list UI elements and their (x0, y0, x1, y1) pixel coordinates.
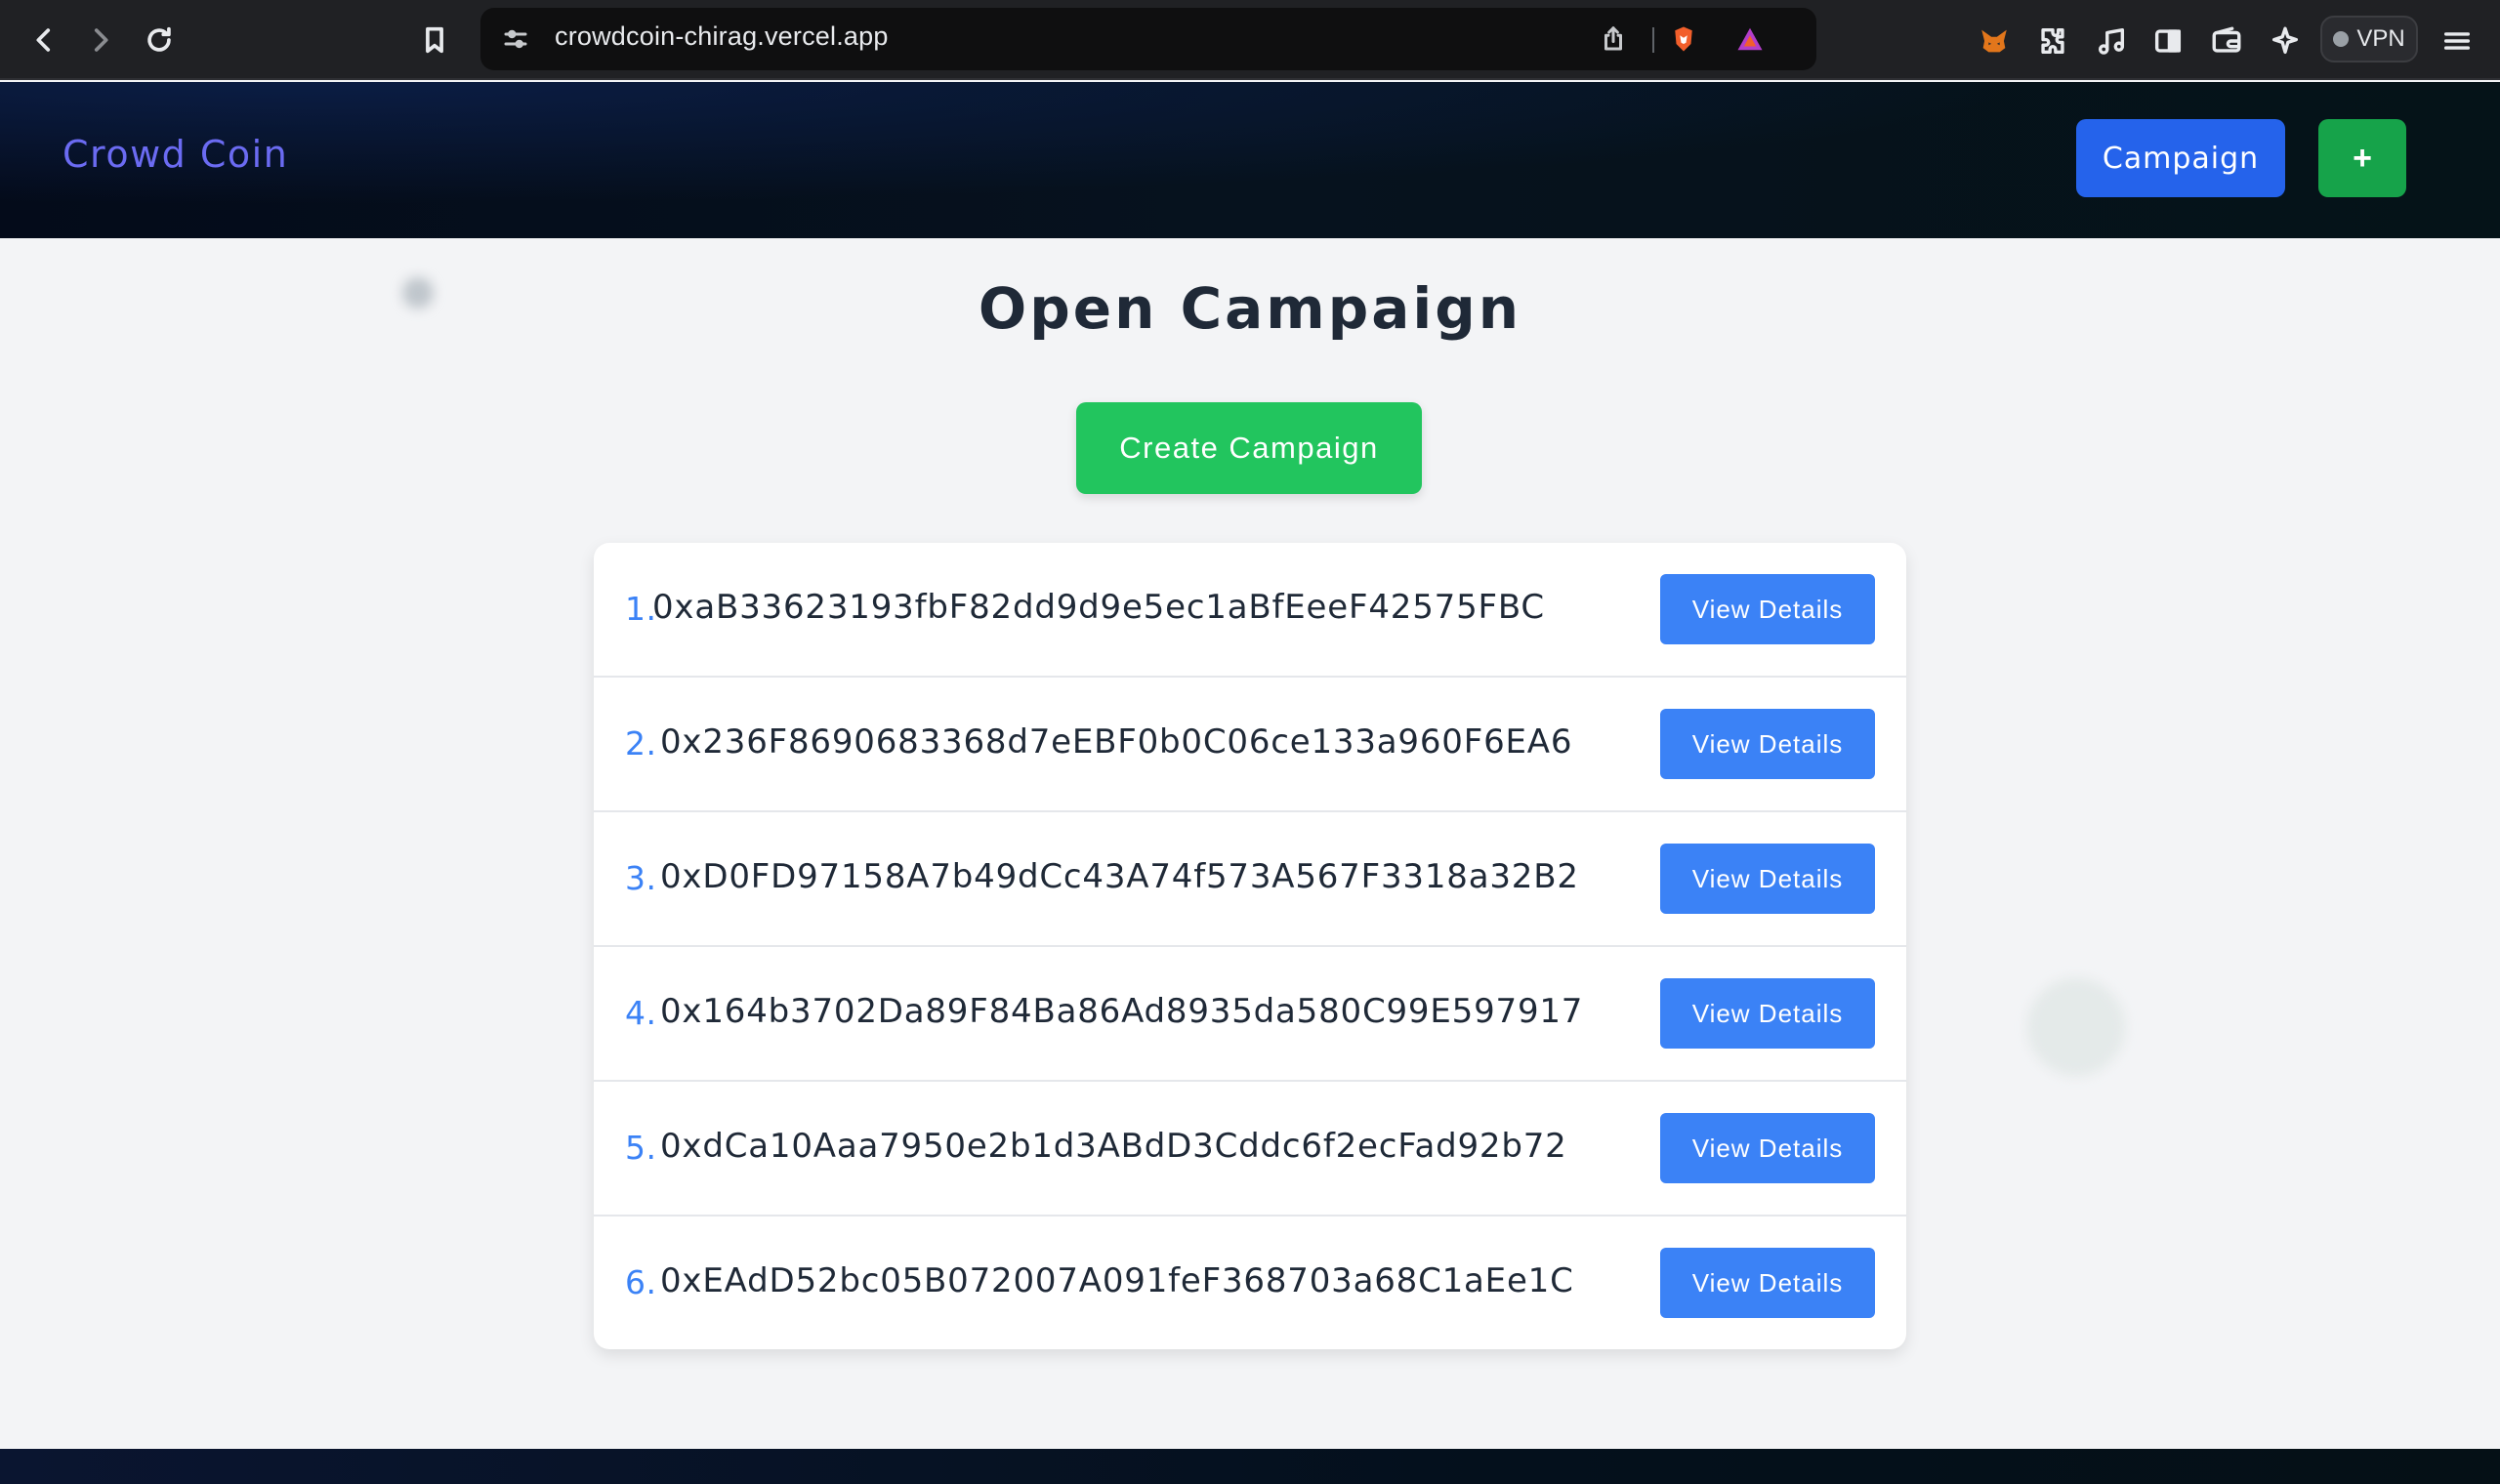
campaign-address: 0xEAdD52bc05B072007A091feF368703a68C1aEe… (660, 1261, 1574, 1300)
row-number: 5. (625, 1129, 657, 1167)
campaign-address: 0xdCa10Aaa7950e2b1d3ABdD3Cddc6f2ecFad92b… (660, 1127, 1567, 1166)
campaign-button[interactable]: Campaign (2076, 119, 2285, 197)
brand-logo[interactable]: Crowd Coin (62, 133, 288, 176)
add-campaign-button[interactable]: + (2318, 119, 2406, 197)
view-details-button[interactable]: View Details (1660, 574, 1875, 644)
decorative-blob (2027, 978, 2125, 1076)
campaign-row: 4. 0x164b3702Da89F84Ba86Ad8935da580C99E5… (594, 947, 1906, 1082)
vpn-button[interactable]: VPN (2320, 16, 2418, 62)
campaign-row: 5. 0xdCa10Aaa7950e2b1d3ABdD3Cddc6f2ecFad… (594, 1082, 1906, 1216)
page-title: Open Campaign (978, 275, 1522, 342)
vpn-label: VPN (2356, 25, 2405, 52)
row-number: 2. (625, 724, 657, 763)
back-icon[interactable] (21, 18, 66, 62)
leo-ai-icon[interactable] (2264, 20, 2307, 62)
extensions-icon[interactable] (2031, 20, 2074, 62)
footer (0, 1449, 2500, 1484)
url-separator (1652, 27, 1654, 53)
campaign-address: 0xD0FD97158A7b49dCc43A74f573A567F3318a32… (660, 857, 1579, 896)
metamask-icon[interactable] (1973, 20, 2016, 62)
row-number: 4. (625, 994, 657, 1032)
browser-toolbar: crowdcoin-chirag.vercel.app VPN (0, 0, 2500, 80)
campaign-row: 2. 0x236F8690683368d7eEBF0b0C06ce133a960… (594, 678, 1906, 812)
view-details-button[interactable]: View Details (1660, 709, 1875, 779)
wallet-icon[interactable] (2205, 20, 2248, 62)
campaign-row: 6. 0xEAdD52bc05B072007A091feF368703a68C1… (594, 1216, 1906, 1349)
share-icon[interactable] (1596, 21, 1631, 57)
vpn-status-icon (2333, 31, 2350, 47)
row-number: 3. (625, 859, 657, 897)
row-number: 6. (625, 1263, 657, 1301)
campaign-address: 0x164b3702Da89F84Ba86Ad8935da580C99E5979… (660, 992, 1584, 1031)
site-settings-icon[interactable] (498, 21, 533, 57)
campaign-row: 1. 0xaB33623193fbF82dd9d9e5ec1aBfEeeF425… (594, 543, 1906, 678)
menu-icon[interactable] (2436, 20, 2479, 62)
campaign-address: 0x236F8690683368d7eEBF0b0C06ce133a960F6E… (660, 722, 1573, 762)
forward-icon[interactable] (78, 18, 123, 62)
campaign-list: 1. 0xaB33623193fbF82dd9d9e5ec1aBfEeeF425… (594, 543, 1906, 1349)
create-campaign-button[interactable]: Create Campaign (1076, 402, 1422, 494)
sidebar-icon[interactable] (2146, 20, 2189, 62)
campaign-address: 0xaB33623193fbF82dd9d9e5ec1aBfEeeF42575F… (652, 588, 1545, 627)
url-text[interactable]: crowdcoin-chirag.vercel.app (555, 21, 889, 52)
view-details-button[interactable]: View Details (1660, 1113, 1875, 1183)
brave-shields-icon[interactable] (1666, 21, 1701, 57)
view-details-button[interactable]: View Details (1660, 978, 1875, 1049)
app-header: Crowd Coin Campaign + (0, 82, 2500, 238)
campaign-row: 3. 0xD0FD97158A7b49dCc43A74f573A567F3318… (594, 812, 1906, 947)
reload-icon[interactable] (137, 18, 182, 62)
music-icon[interactable] (2090, 20, 2133, 62)
bookmark-icon[interactable] (412, 18, 457, 62)
view-details-button[interactable]: View Details (1660, 844, 1875, 914)
brave-rewards-icon[interactable] (1732, 21, 1768, 57)
address-bar[interactable]: crowdcoin-chirag.vercel.app (480, 8, 1816, 70)
view-details-button[interactable]: View Details (1660, 1248, 1875, 1318)
